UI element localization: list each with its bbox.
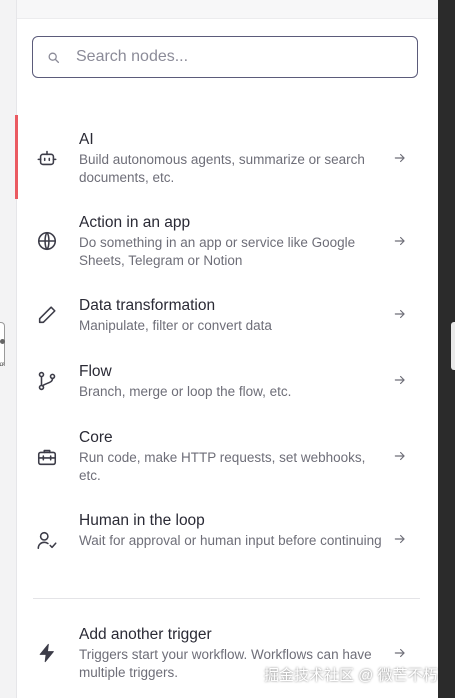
category-description: Build autonomous agents, summarize or se… xyxy=(79,152,365,185)
panel-header-strip xyxy=(17,0,438,19)
node-creator-panel: AI Build autonomous agents, summarize or… xyxy=(15,0,438,698)
search-icon xyxy=(48,52,60,63)
arrow-right-icon xyxy=(394,236,405,246)
category-description: Manipulate, filter or convert data xyxy=(79,318,272,333)
category-title: Action in an app xyxy=(79,214,191,231)
category-item-core[interactable]: Core Run code, make HTTP requests, set w… xyxy=(17,415,438,498)
search-input[interactable] xyxy=(74,47,417,67)
category-item-action-in-app[interactable]: Action in an app Do something in an app … xyxy=(17,199,438,283)
category-description: Branch, merge or loop the flow, etc. xyxy=(79,384,292,399)
trigger-title: Add another trigger xyxy=(79,626,212,643)
canvas-node-partial[interactable] xyxy=(0,322,5,366)
category-title: AI xyxy=(79,131,94,148)
category-title: Flow xyxy=(79,363,112,380)
category-description: Run code, make HTTP requests, set webhoo… xyxy=(79,450,366,483)
globe-icon xyxy=(37,231,57,251)
category-description: Wait for approval or human input before … xyxy=(79,533,382,548)
watermark-text: 掘金技术社区 @ 微芒不朽 xyxy=(264,667,438,684)
user-check-icon xyxy=(37,531,57,550)
category-title: Human in the loop xyxy=(79,512,205,529)
category-item-flow[interactable]: Flow Branch, merge or loop the flow, etc… xyxy=(17,349,438,415)
canvas-node-partial-right[interactable] xyxy=(451,322,455,370)
bolt-icon xyxy=(39,643,54,663)
arrow-right-icon xyxy=(394,375,405,385)
bot-icon xyxy=(37,150,57,166)
git-branch-icon xyxy=(38,371,56,391)
toolbox-icon xyxy=(37,449,57,466)
category-title: Data transformation xyxy=(79,297,216,314)
arrow-right-icon xyxy=(394,648,405,658)
category-title: Core xyxy=(79,429,113,446)
canvas-node-label: m xyxy=(0,362,5,368)
search-box[interactable] xyxy=(32,36,418,78)
pencil-icon xyxy=(38,306,56,324)
arrow-right-icon xyxy=(394,534,405,544)
section-divider xyxy=(33,598,420,599)
category-item-ai[interactable]: AI Build autonomous agents, summarize or… xyxy=(17,115,438,199)
add-trigger-item[interactable]: Add another trigger Triggers start your … xyxy=(17,612,438,698)
canvas-node-handle[interactable] xyxy=(0,339,5,344)
arrow-right-icon xyxy=(394,153,405,163)
arrow-right-icon xyxy=(394,309,405,319)
category-description: Do something in an app or service like G… xyxy=(79,235,356,268)
category-item-human-in-loop[interactable]: Human in the loop Wait for approval or h… xyxy=(17,498,438,582)
arrow-right-icon xyxy=(394,451,405,461)
category-item-data-transformation[interactable]: Data transformation Manipulate, filter o… xyxy=(17,283,438,349)
